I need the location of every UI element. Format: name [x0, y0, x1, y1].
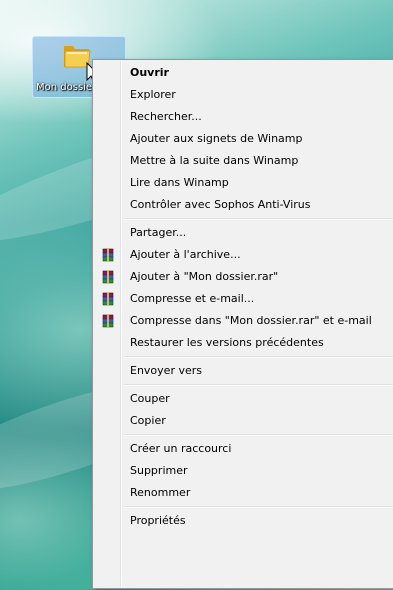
menu-item-lire-dans-winamp[interactable]: Lire dans Winamp	[95, 172, 393, 194]
menu-item-controler-avec-sophos-anti-virus[interactable]: Contrôler avec Sophos Anti-Virus	[95, 194, 393, 216]
menu-item-label: Compresse dans "Mon dossier.rar" et e-ma…	[130, 314, 372, 327]
menu-item-label: Mettre à la suite dans Winamp	[130, 154, 299, 167]
menu-separator	[124, 218, 393, 220]
menu-item-label: Ajouter à l'archive...	[130, 248, 241, 261]
menu-item-mettre-a-la-suite-dans-winamp[interactable]: Mettre à la suite dans Winamp	[95, 150, 393, 172]
menu-separator	[124, 434, 393, 436]
menu-item-explorer[interactable]: Explorer	[95, 84, 393, 106]
menu-item-label: Ajouter aux signets de Winamp	[130, 132, 303, 145]
menu-item-label: Rechercher...	[130, 110, 202, 123]
menu-item-compresse-dans-mon-dossier-rar-et-e-mail[interactable]: Compresse dans "Mon dossier.rar" et e-ma…	[95, 310, 393, 332]
menu-item-label: Copier	[130, 414, 166, 427]
menu-separator	[124, 356, 393, 358]
menu-item-ajouter-a-l-archive[interactable]: Ajouter à l'archive...	[95, 244, 393, 266]
menu-item-label: Contrôler avec Sophos Anti-Virus	[130, 198, 311, 211]
menu-item-label: Lire dans Winamp	[130, 176, 229, 189]
menu-item-copier[interactable]: Copier	[95, 410, 393, 432]
menu-item-ajouter-a-mon-dossier-rar[interactable]: Ajouter à "Mon dossier.rar"	[95, 266, 393, 288]
menu-item-ajouter-aux-signets-de-winamp[interactable]: Ajouter aux signets de Winamp	[95, 128, 393, 150]
menu-item-label: Explorer	[130, 88, 176, 101]
menu-item-label: Renommer	[130, 486, 191, 499]
menu-item-label: Créer un raccourci	[130, 442, 232, 455]
menu-item-label: Supprimer	[130, 464, 188, 477]
menu-item-label: Ajouter à "Mon dossier.rar"	[130, 270, 279, 283]
menu-item-label: Envoyer vers	[130, 364, 202, 377]
winrar-icon	[102, 292, 114, 306]
menu-item-creer-un-raccourci[interactable]: Créer un raccourci	[95, 438, 393, 460]
winrar-icon	[102, 314, 114, 328]
menu-item-compresse-et-e-mail[interactable]: Compresse et e-mail...	[95, 288, 393, 310]
menu-item-rechercher[interactable]: Rechercher...	[95, 106, 393, 128]
desktop-background: Mon dossier Ouvrir Explorer Rechercher... A…	[0, 0, 393, 590]
menu-item-label: Ouvrir	[130, 66, 169, 79]
menu-item-renommer[interactable]: Renommer	[95, 482, 393, 504]
menu-item-partager[interactable]: Partager...	[95, 222, 393, 244]
menu-item-proprietes[interactable]: Propriétés	[95, 510, 393, 532]
winrar-icon	[102, 248, 114, 262]
menu-item-supprimer[interactable]: Supprimer	[95, 460, 393, 482]
menu-item-envoyer-vers[interactable]: Envoyer vers	[95, 360, 393, 382]
menu-item-couper[interactable]: Couper	[95, 388, 393, 410]
menu-item-label: Propriétés	[130, 514, 186, 527]
menu-item-ouvrir[interactable]: Ouvrir	[95, 62, 393, 84]
menu-separator	[124, 506, 393, 508]
menu-item-label: Partager...	[130, 226, 187, 239]
context-menu: Ouvrir Explorer Rechercher... Ajouter aux s…	[92, 59, 393, 589]
menu-item-label: Couper	[130, 392, 170, 405]
menu-item-restaurer-les-versions-precedentes[interactable]: Restaurer les versions précédentes	[95, 332, 393, 354]
winrar-icon	[102, 270, 114, 284]
menu-item-label: Compresse et e-mail...	[130, 292, 255, 305]
menu-separator	[124, 384, 393, 386]
menu-item-label: Restaurer les versions précédentes	[130, 336, 324, 349]
